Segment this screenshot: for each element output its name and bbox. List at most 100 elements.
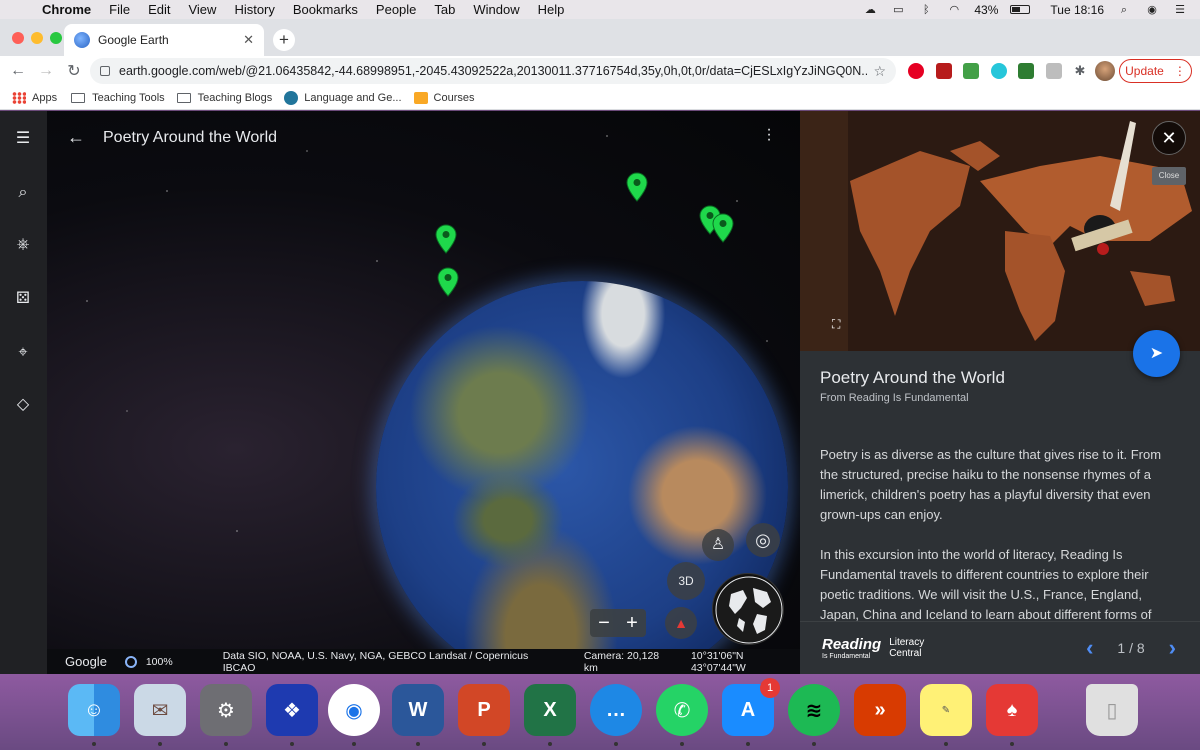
- menu-view[interactable]: View: [179, 2, 225, 17]
- address-bar[interactable]: earth.google.com/web/@21.06435842,-44.68…: [90, 58, 896, 84]
- airplay-icon[interactable]: ▭: [890, 4, 906, 16]
- spotlight-search-icon[interactable]: ⌕: [1116, 4, 1132, 16]
- compass-icon[interactable]: ▲: [665, 607, 697, 639]
- close-tooltip: Close: [1152, 167, 1186, 185]
- window-minimize-button[interactable]: [31, 32, 43, 44]
- bookmark-star-icon[interactable]: ☆: [873, 63, 886, 80]
- tab-title: Google Earth: [98, 33, 169, 47]
- zoom-in-button[interactable]: +: [626, 612, 638, 635]
- screencastify-extension-icon[interactable]: [1018, 63, 1034, 79]
- search-icon[interactable]: ⌕: [13, 183, 33, 203]
- wifi-icon[interactable]: ◠: [946, 4, 962, 16]
- zoom-controls: − +: [590, 609, 646, 637]
- word-icon[interactable]: W: [392, 684, 444, 736]
- forward-arrow-icon[interactable]: →: [32, 62, 60, 80]
- bookmark-teaching-tools[interactable]: Teaching Tools: [71, 92, 165, 104]
- bookmark-label: Teaching Blogs: [197, 91, 273, 104]
- pegman-street-view-icon[interactable]: ♙: [702, 529, 734, 561]
- stickies-icon[interactable]: ✎: [920, 684, 972, 736]
- whatsapp-icon[interactable]: ✆: [656, 684, 708, 736]
- mote-extension-icon[interactable]: [991, 63, 1007, 79]
- previous-slide-chevron-icon[interactable]: ‹: [1086, 635, 1093, 661]
- fullscreen-icon[interactable]: ⛶: [832, 317, 846, 331]
- toggle-3d-button[interactable]: 3D: [667, 562, 705, 600]
- data-credits[interactable]: Data SIO, NOAA, U.S. Navy, NGA, GEBCO La…: [223, 650, 560, 674]
- new-tab-button[interactable]: +: [273, 29, 295, 51]
- folder-icon: [71, 92, 86, 103]
- tab-close-icon[interactable]: ✕: [243, 32, 254, 48]
- running-indicator: [614, 742, 618, 746]
- finder-icon[interactable]: ☺: [68, 684, 120, 736]
- running-indicator: [548, 742, 552, 746]
- map-pin-icon[interactable]: [712, 213, 734, 243]
- bookmark-language[interactable]: Language and Ge...: [284, 90, 402, 105]
- dropbox-icon[interactable]: ❖: [266, 684, 318, 736]
- tab-google-earth[interactable]: Google Earth ✕: [64, 24, 264, 56]
- menu-file[interactable]: File: [100, 2, 139, 17]
- mini-globe-map[interactable]: [712, 573, 784, 645]
- map-pin-icon[interactable]: [437, 267, 459, 297]
- bookmark-courses[interactable]: Courses: [413, 91, 474, 104]
- lock-icon[interactable]: [100, 66, 110, 76]
- extension-badge-icon[interactable]: [936, 63, 952, 79]
- next-slide-chevron-icon[interactable]: ›: [1169, 635, 1176, 661]
- voyager-icon[interactable]: ⎈: [13, 235, 33, 255]
- menu-window[interactable]: Window: [464, 2, 528, 17]
- menu-clock[interactable]: Tue 18:16: [1050, 3, 1104, 17]
- acrobat-icon[interactable]: ♠: [986, 684, 1038, 736]
- my-location-icon[interactable]: ◎: [746, 523, 780, 557]
- menu-app-name[interactable]: Chrome: [34, 2, 100, 17]
- map-pin-icon[interactable]: [626, 172, 648, 202]
- dropbox-extension-icon[interactable]: [963, 63, 979, 79]
- back-arrow-icon[interactable]: ←: [67, 127, 85, 148]
- feeling-lucky-dice-icon[interactable]: ⚄: [13, 289, 33, 309]
- reload-icon[interactable]: ↻: [60, 61, 88, 81]
- hamburger-menu-icon[interactable]: ☰: [13, 129, 33, 149]
- remote-desktop-icon[interactable]: »: [854, 684, 906, 736]
- bookmarks-bar: Apps Teaching Tools Teaching Blogs Langu…: [0, 86, 1200, 110]
- excel-icon[interactable]: X: [524, 684, 576, 736]
- menu-edit[interactable]: Edit: [139, 2, 179, 17]
- share-button[interactable]: ➤: [1133, 330, 1180, 377]
- window-close-button[interactable]: [12, 32, 24, 44]
- literacy-central-logo: Literacy Central: [889, 637, 924, 659]
- menu-tab[interactable]: Tab: [425, 2, 464, 17]
- update-button[interactable]: Update ⋮: [1119, 59, 1192, 83]
- logo-central: Central: [889, 648, 922, 659]
- menu-people[interactable]: People: [367, 2, 425, 17]
- extensions-puzzle-icon[interactable]: ✱: [1072, 63, 1088, 79]
- bookmark-teaching-blogs[interactable]: Teaching Blogs: [176, 91, 273, 104]
- chrome-menu-icon[interactable]: ⋮: [1174, 64, 1186, 78]
- spotify-icon[interactable]: ≋: [788, 684, 840, 736]
- map-style-layers-icon[interactable]: ◇: [13, 395, 33, 415]
- kanji-extension-icon[interactable]: [1046, 63, 1062, 79]
- projects-icon[interactable]: ⌖: [13, 343, 33, 363]
- pinterest-extension-icon[interactable]: [908, 63, 924, 79]
- siri-icon[interactable]: ◉: [1144, 4, 1160, 16]
- menu-history[interactable]: History: [225, 2, 283, 17]
- battery-icon[interactable]: [1010, 5, 1031, 14]
- notification-center-icon[interactable]: ☰: [1172, 4, 1188, 16]
- map-pin-icon[interactable]: [435, 224, 457, 254]
- google-earth-favicon-icon: [74, 32, 90, 48]
- creative-cloud-icon[interactable]: ☁: [862, 4, 878, 16]
- close-panel-button[interactable]: ✕: [1152, 121, 1186, 155]
- mail-icon[interactable]: ✉: [134, 684, 186, 736]
- menu-bookmarks[interactable]: Bookmarks: [284, 2, 367, 17]
- trash-icon[interactable]: ▯: [1086, 684, 1138, 736]
- back-arrow-icon[interactable]: ←: [4, 62, 32, 80]
- more-options-icon[interactable]: · · ·: [764, 122, 774, 148]
- hero-image: [800, 111, 1200, 351]
- profile-avatar[interactable]: [1095, 61, 1115, 81]
- powerpoint-icon[interactable]: P: [458, 684, 510, 736]
- bluetooth-icon[interactable]: ᛒ: [918, 4, 934, 16]
- bookmark-apps[interactable]: Apps: [12, 91, 57, 104]
- zoom-out-button[interactable]: −: [598, 612, 610, 635]
- system-preferences-icon[interactable]: ⚙: [200, 684, 252, 736]
- window-zoom-button[interactable]: [50, 32, 62, 44]
- url-text[interactable]: earth.google.com/web/@21.06435842,-44.68…: [119, 64, 867, 78]
- menu-help[interactable]: Help: [529, 2, 574, 17]
- macos-dock: ☺ ✉ ⚙ ❖ ◉ W P X … ✆ A 1 ≋ » ✎ ♠ ▯: [0, 674, 1200, 750]
- chrome-icon[interactable]: ◉: [328, 684, 380, 736]
- messages-icon[interactable]: …: [590, 684, 642, 736]
